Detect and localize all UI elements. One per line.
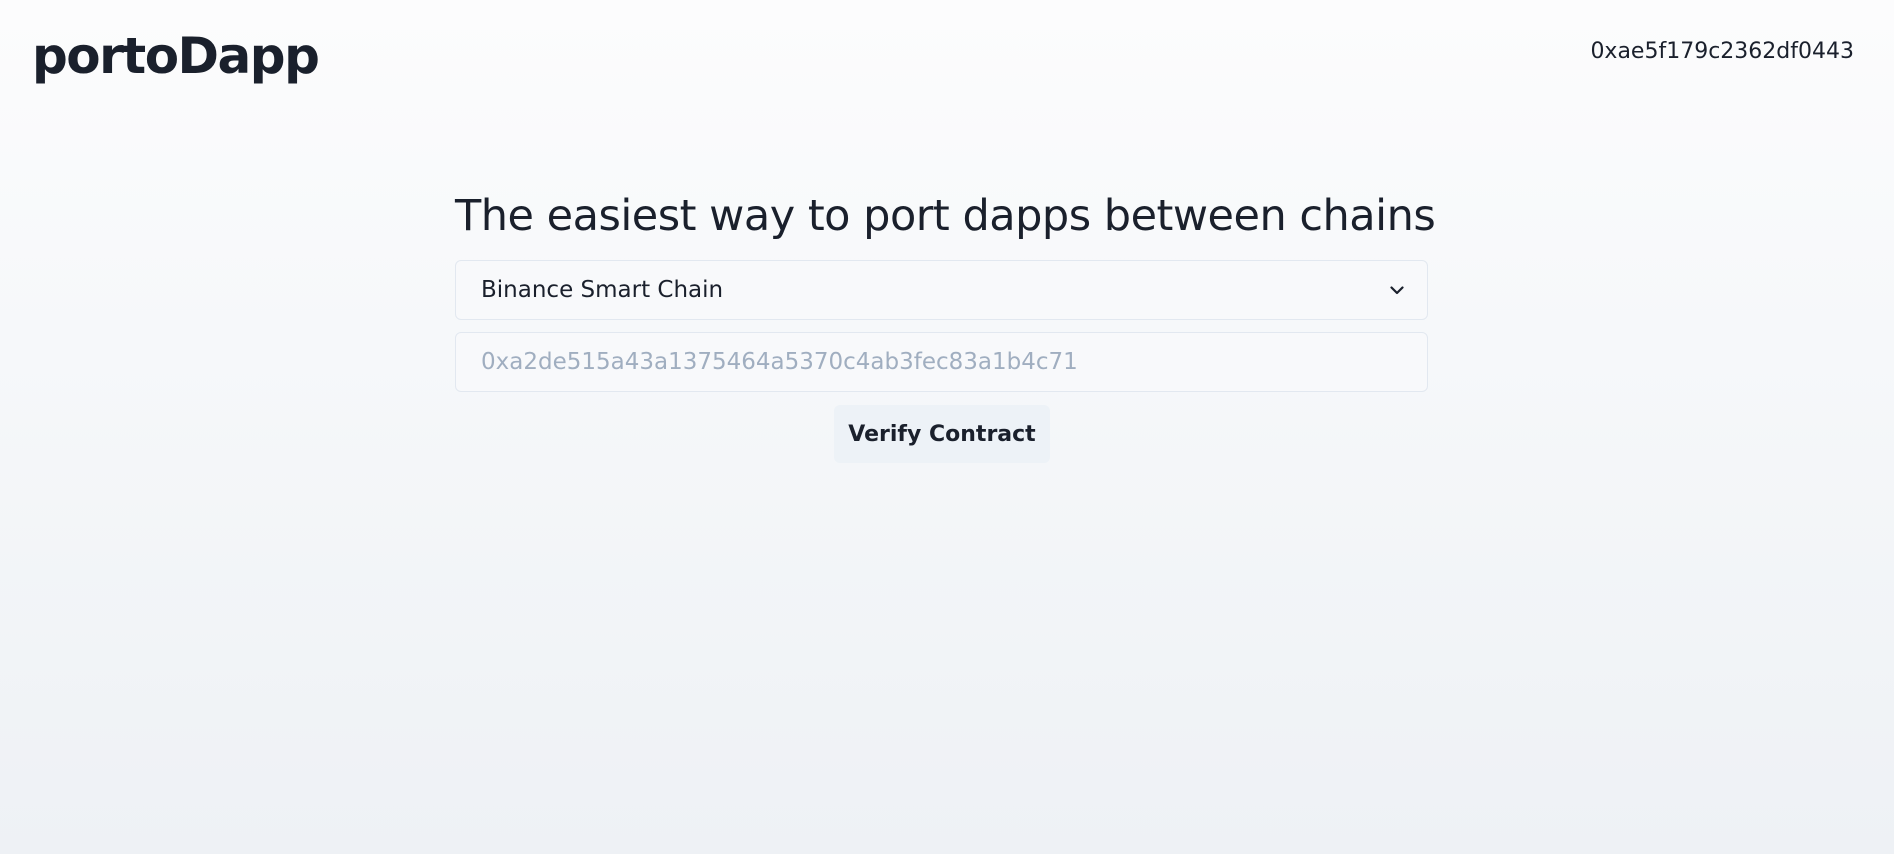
logo[interactable]: portoDapp <box>32 20 320 92</box>
page-title: The easiest way to port dapps between ch… <box>455 191 1436 241</box>
chain-select[interactable]: Binance Smart Chain <box>455 260 1428 320</box>
contract-address-field <box>455 332 1428 392</box>
main-content: The easiest way to port dapps between ch… <box>455 180 1436 463</box>
header: portoDapp 0xae5f179c2362df0443 <box>0 0 1894 110</box>
chain-select-value: Binance Smart Chain <box>481 277 724 303</box>
verify-contract-button[interactable]: Verify Contract <box>834 405 1050 463</box>
chevron-down-icon <box>1390 286 1404 295</box>
contract-address-input[interactable] <box>456 333 1427 391</box>
wallet-address[interactable]: 0xae5f179c2362df0443 <box>1590 36 1854 68</box>
app-background: portoDapp 0xae5f179c2362df0443 The easie… <box>0 0 1894 854</box>
page: portoDapp 0xae5f179c2362df0443 The easie… <box>0 0 1894 854</box>
